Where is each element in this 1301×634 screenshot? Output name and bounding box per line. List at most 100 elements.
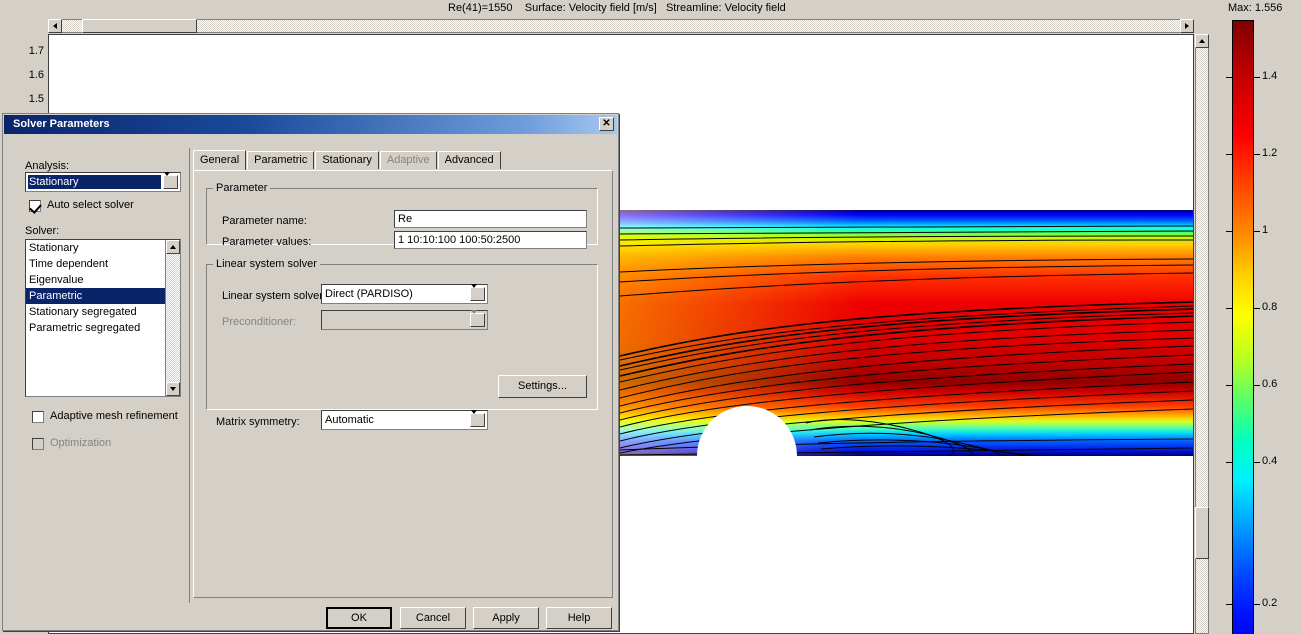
colorbar-tick xyxy=(1226,462,1232,463)
linear-system-solver-group-title: Linear system solver xyxy=(213,258,320,270)
colorbar-tick-label: 0.4 xyxy=(1262,455,1278,467)
matrix-symmetry-label: Matrix symmetry: xyxy=(216,416,300,428)
chevron-up-icon xyxy=(170,245,176,249)
chevron-down-icon[interactable] xyxy=(470,410,485,427)
list-item-selected[interactable]: Parametric xyxy=(26,288,180,304)
list-item[interactable]: Parametric segregated xyxy=(26,320,180,336)
chevron-down-icon xyxy=(170,387,176,391)
list-scroll-down-button[interactable] xyxy=(166,382,180,396)
checkbox-box xyxy=(29,200,42,214)
colorbar-tick xyxy=(1254,77,1260,78)
chevron-up-icon xyxy=(1199,39,1205,43)
apply-button[interactable]: Apply xyxy=(473,607,539,629)
colorbar-tick-label: 1 xyxy=(1262,224,1269,236)
help-button[interactable]: Help xyxy=(546,607,612,629)
colorbar-tick xyxy=(1254,231,1260,232)
tab-page-general: Parameter Parameter name: Re Parameter v… xyxy=(193,170,613,598)
analysis-select-value: Stationary xyxy=(28,175,161,189)
plot-vertical-scrollbar[interactable] xyxy=(1195,34,1209,634)
colorbar-tick xyxy=(1226,308,1232,309)
tabstrip: General Parametric Stationary Adaptive A… xyxy=(193,150,502,171)
colorbar-tick-label: 1.2 xyxy=(1262,147,1278,159)
colorbar-tick xyxy=(1226,77,1232,78)
scroll-right-button[interactable] xyxy=(1180,19,1194,33)
velocity-field-surface xyxy=(620,210,1193,456)
chevron-down-icon[interactable] xyxy=(470,284,485,301)
parameter-name-label: Parameter name: xyxy=(222,215,307,227)
matrix-symmetry-select[interactable]: Automatic xyxy=(321,410,488,430)
chevron-down-glyph xyxy=(471,284,477,300)
colorbar-tick xyxy=(1254,154,1260,155)
checkbox-box xyxy=(32,411,44,423)
dialog-title-bar[interactable]: Solver Parameters ✕ xyxy=(4,115,617,134)
colorbar-tick xyxy=(1226,154,1232,155)
ok-button[interactable]: OK xyxy=(326,607,392,629)
column-divider xyxy=(189,148,190,603)
chevron-down-glyph xyxy=(164,172,170,188)
parameter-group-title: Parameter xyxy=(213,182,271,194)
analysis-label: Analysis: xyxy=(25,160,70,172)
optimization-label: Optimization xyxy=(50,437,112,449)
parameter-values-input[interactable]: 1 10:10:100 100:50:2500 xyxy=(394,231,587,249)
close-icon[interactable]: ✕ xyxy=(599,117,614,131)
y-tick-label: 1.6 xyxy=(28,69,44,81)
chevron-down-icon xyxy=(470,310,485,327)
chevron-right-icon xyxy=(1185,23,1189,29)
list-item[interactable]: Stationary segregated xyxy=(26,304,180,320)
linear-system-solver-value: Direct (PARDISO) xyxy=(325,288,413,300)
colorbar-tick xyxy=(1226,604,1232,605)
colorbar-tick-label: 0.6 xyxy=(1262,378,1278,390)
colorbar-tick xyxy=(1226,385,1232,386)
chevron-left-icon xyxy=(53,23,57,29)
auto-select-solver-label: Auto select solver xyxy=(47,199,134,211)
preconditioner-label: Preconditioner: xyxy=(222,316,296,328)
plot-horizontal-scrollbar[interactable] xyxy=(48,19,1194,33)
vertical-scroll-thumb[interactable] xyxy=(1195,507,1209,559)
solver-label: Solver: xyxy=(25,225,60,237)
settings-button[interactable]: Settings... xyxy=(498,375,587,398)
parameter-name-input[interactable]: Re xyxy=(394,210,587,228)
chevron-down-icon[interactable] xyxy=(163,172,178,189)
tab-parametric[interactable]: Parametric xyxy=(247,151,315,169)
tab-stationary[interactable]: Stationary xyxy=(315,151,379,169)
dialog-body: Analysis: Stationary Auto select solver … xyxy=(4,134,617,630)
linear-system-solver-select[interactable]: Direct (PARDISO) xyxy=(321,284,488,304)
colorbar-tick-label: 0.8 xyxy=(1262,301,1278,313)
colorbar-tick-label: 1.4 xyxy=(1262,70,1278,82)
y-tick-label: 1.7 xyxy=(28,45,44,57)
colorbar-tick xyxy=(1254,308,1260,309)
colorbar-tick xyxy=(1254,462,1260,463)
scroll-up-button[interactable] xyxy=(1195,34,1209,48)
y-tick-label: 1.5 xyxy=(28,93,44,105)
solver-listbox[interactable]: Stationary Time dependent Eigenvalue Par… xyxy=(25,239,181,397)
parameter-values-label: Parameter values: xyxy=(222,236,312,248)
horizontal-scroll-thumb[interactable] xyxy=(82,19,197,33)
solver-parameters-dialog: Solver Parameters ✕ Analysis: Stationary… xyxy=(2,113,619,631)
application-root: Re(41)=1550 Surface: Velocity field [m/s… xyxy=(0,0,1301,634)
preconditioner-value xyxy=(324,313,468,327)
colorbar xyxy=(1232,20,1254,634)
list-item[interactable]: Eigenvalue xyxy=(26,272,180,288)
plot-title-bar: Re(41)=1550 Surface: Velocity field [m/s… xyxy=(0,0,1301,17)
list-scroll-up-button[interactable] xyxy=(166,240,180,254)
cancel-button[interactable]: Cancel xyxy=(400,607,466,629)
adaptive-mesh-refinement-label: Adaptive mesh refinement xyxy=(50,410,178,422)
analysis-select[interactable]: Stationary xyxy=(25,172,181,192)
scroll-left-button[interactable] xyxy=(48,19,62,33)
list-item[interactable]: Time dependent xyxy=(26,256,180,272)
colorbar-tick xyxy=(1226,231,1232,232)
checkbox-box xyxy=(32,438,44,450)
linear-system-solver-label: Linear system solver: xyxy=(222,290,326,302)
preconditioner-select xyxy=(321,310,488,330)
dialog-title: Solver Parameters xyxy=(13,118,110,130)
chevron-down-glyph xyxy=(471,310,477,326)
list-item[interactable]: Stationary xyxy=(26,240,180,256)
tab-adaptive: Adaptive xyxy=(379,151,437,169)
solver-listbox-scrollbar[interactable] xyxy=(165,240,180,396)
colorbar-max-label: Max: 1.556 xyxy=(1228,2,1283,14)
tab-advanced[interactable]: Advanced xyxy=(437,151,501,169)
tab-general[interactable]: General xyxy=(193,150,247,170)
plot-title-text: Re(41)=1550 Surface: Velocity field [m/s… xyxy=(448,2,786,14)
matrix-symmetry-value: Automatic xyxy=(325,414,374,426)
colorbar-tick xyxy=(1254,604,1260,605)
